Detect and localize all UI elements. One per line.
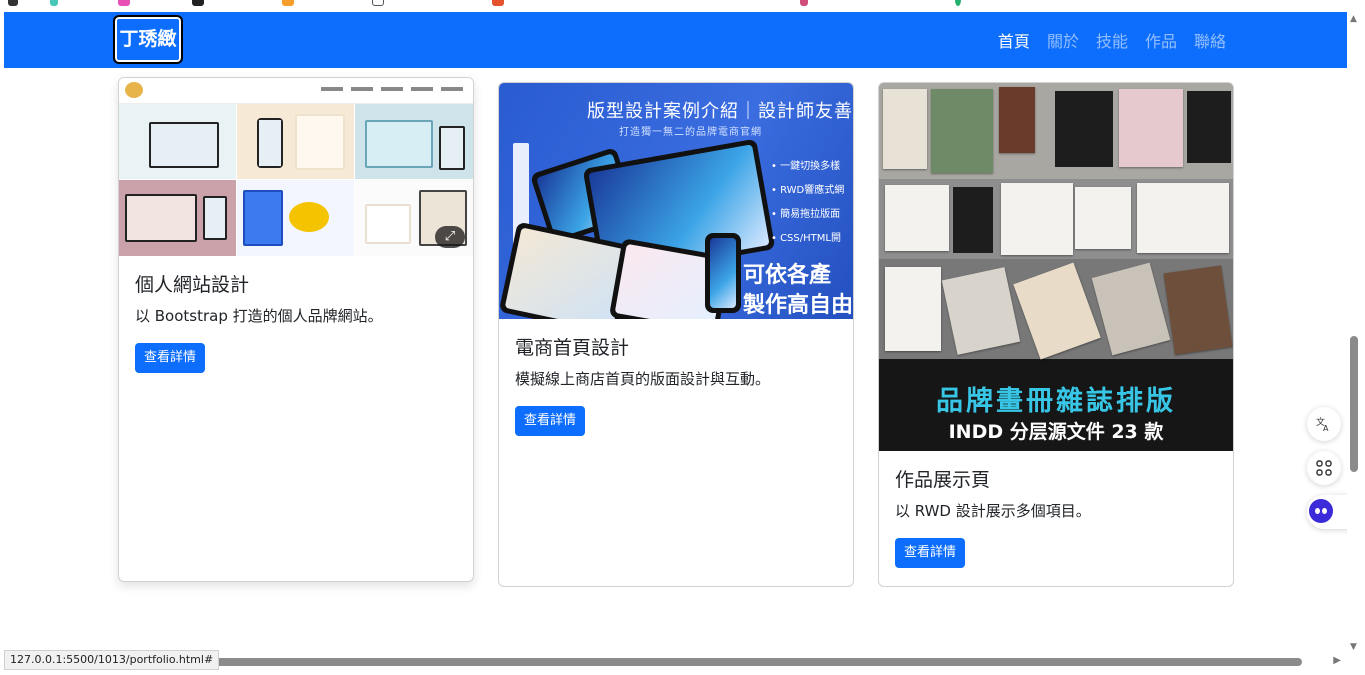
svg-text:A: A xyxy=(1323,424,1329,432)
magazine-preview xyxy=(1137,183,1229,253)
nav-link-skills[interactable]: 技能 xyxy=(1096,28,1128,52)
nav-links: 首頁 關於 技能 作品 聯絡 xyxy=(998,12,1226,68)
site-header-preview xyxy=(119,78,473,104)
vertical-scrollbar[interactable]: ▲ ▼ xyxy=(1347,12,1365,652)
magazine-preview xyxy=(999,87,1035,153)
magazine-preview xyxy=(1001,183,1073,255)
magazine-preview xyxy=(885,185,949,251)
robot-face-icon xyxy=(1309,499,1333,523)
card-title: 作品展示頁 xyxy=(895,469,991,491)
card-text: 模擬線上商店首頁的版面設計與互動。 xyxy=(515,370,771,388)
view-details-button[interactable]: 查看詳情 xyxy=(515,406,586,436)
bookmark-icon[interactable] xyxy=(118,0,130,6)
bookmark-icon[interactable] xyxy=(8,0,18,6)
expand-image-icon[interactable]: ⤢ xyxy=(435,226,465,248)
card-image-showcase[interactable]: 品牌畫冊雜誌排版 INDD 分层源文件 23 款 xyxy=(879,83,1233,451)
card-image-personal-site[interactable]: ⤢ xyxy=(119,78,473,256)
monitor-preview xyxy=(149,122,219,168)
bookmark-icon[interactable] xyxy=(192,0,204,6)
logo-icon xyxy=(125,82,143,98)
view-details-button[interactable]: 查看詳情 xyxy=(895,538,966,568)
view-details-button[interactable]: 查看詳情 xyxy=(135,343,206,373)
card-title: 個人網站設計 xyxy=(135,274,250,296)
preview-tile xyxy=(237,180,354,256)
image-title-en: INDD 分层源文件 23 款 xyxy=(948,421,1164,443)
magazine-preview xyxy=(1187,91,1231,163)
bookmark-icon[interactable] xyxy=(955,0,961,6)
navbar: 丁琇緻 首頁 關於 技能 作品 聯絡 xyxy=(4,12,1347,68)
preview-tile xyxy=(119,180,236,256)
magazine-preview xyxy=(1055,91,1113,167)
apps-grid-icon[interactable] xyxy=(1307,451,1341,485)
scrollbar-thumb[interactable] xyxy=(1350,336,1358,472)
card-text: 以 RWD 設計展示多個項目。 xyxy=(895,502,1091,520)
bookmark-icon[interactable] xyxy=(372,0,384,6)
magazine-preview xyxy=(1163,265,1233,355)
bookmark-icon[interactable] xyxy=(282,0,294,6)
scroll-down-icon[interactable]: ▼ xyxy=(1350,642,1357,652)
magazine-preview xyxy=(883,89,927,169)
page-preview xyxy=(295,114,345,170)
page-preview xyxy=(243,190,283,246)
image-big-text: 可依各產 製作高自由 xyxy=(743,263,853,318)
scrollbar-thumb[interactable] xyxy=(202,658,1302,666)
monitor-preview xyxy=(125,194,197,242)
bookmark-icon[interactable] xyxy=(50,0,58,6)
status-bar-url: 127.0.0.1:5500/1013/portfolio.html# xyxy=(4,650,220,670)
bookmark-bar xyxy=(0,0,1365,12)
translate-icon[interactable]: 文A xyxy=(1307,407,1341,441)
image-subtitle: 打造獨一無二的品牌電商官網 xyxy=(619,127,762,138)
phone-preview xyxy=(257,118,283,168)
nav-link-home[interactable]: 首頁 xyxy=(998,28,1030,52)
phone-preview xyxy=(203,196,227,240)
card-body: 個人網站設計 以 Bootstrap 打造的個人品牌網站。 查看詳情 xyxy=(119,256,473,387)
preview-tile xyxy=(237,104,354,179)
page-preview xyxy=(365,204,411,244)
menu-preview xyxy=(321,87,463,91)
monitor-preview xyxy=(365,120,433,168)
nav-link-works[interactable]: 作品 xyxy=(1145,28,1177,52)
image-bullets: • 一鍵切換多樣 • RWD響應式網 • 簡易拖拉版面 • CSS/HTML開 xyxy=(771,161,845,244)
card-body: 電商首頁設計 模擬線上商店首頁的版面設計與互動。 查看詳情 xyxy=(499,319,853,450)
magazine-preview xyxy=(1075,187,1131,249)
magazine-preview xyxy=(931,89,993,173)
brand-logo[interactable]: 丁琇緻 xyxy=(113,15,183,64)
card-image-ecommerce[interactable]: 版型設計案例介紹｜設計師友善 打造獨一無二的品牌電商官網 • 一鍵切換多樣 • … xyxy=(499,83,853,319)
portfolio-card: 版型設計案例介紹｜設計師友善 打造獨一無二的品牌電商官網 • 一鍵切換多樣 • … xyxy=(498,82,854,587)
bookmark-icon[interactable] xyxy=(800,0,808,6)
phone-preview xyxy=(705,233,741,313)
nav-link-about[interactable]: 關於 xyxy=(1047,28,1079,52)
scroll-right-icon[interactable]: ▶ xyxy=(1333,655,1341,666)
magazine-preview xyxy=(1119,89,1183,167)
magazine-preview xyxy=(885,267,941,351)
phone-preview xyxy=(439,126,465,170)
scroll-up-icon[interactable]: ▲ xyxy=(1350,14,1357,24)
preview-tile xyxy=(119,104,236,179)
image-headline: 版型設計案例介紹｜設計師友善 xyxy=(587,101,853,122)
preview-tile xyxy=(355,104,473,179)
card-body: 作品展示頁 以 RWD 設計展示多個項目。 查看詳情 xyxy=(879,451,1233,582)
portfolio-card: ⤢ 個人網站設計 以 Bootstrap 打造的個人品牌網站。 查看詳情 xyxy=(118,77,474,582)
bookmark-icon[interactable] xyxy=(492,0,504,6)
megaphone-icon xyxy=(289,202,329,232)
card-title: 電商首頁設計 xyxy=(515,337,630,359)
portfolio-card: 品牌畫冊雜誌排版 INDD 分层源文件 23 款 作品展示頁 以 RWD 設計展… xyxy=(878,82,1234,587)
magazine-preview xyxy=(953,187,993,253)
card-text: 以 Bootstrap 打造的個人品牌網站。 xyxy=(135,307,383,325)
nav-link-contact[interactable]: 聯絡 xyxy=(1194,28,1226,52)
image-title-cn: 品牌畫冊雜誌排版 xyxy=(936,386,1176,417)
